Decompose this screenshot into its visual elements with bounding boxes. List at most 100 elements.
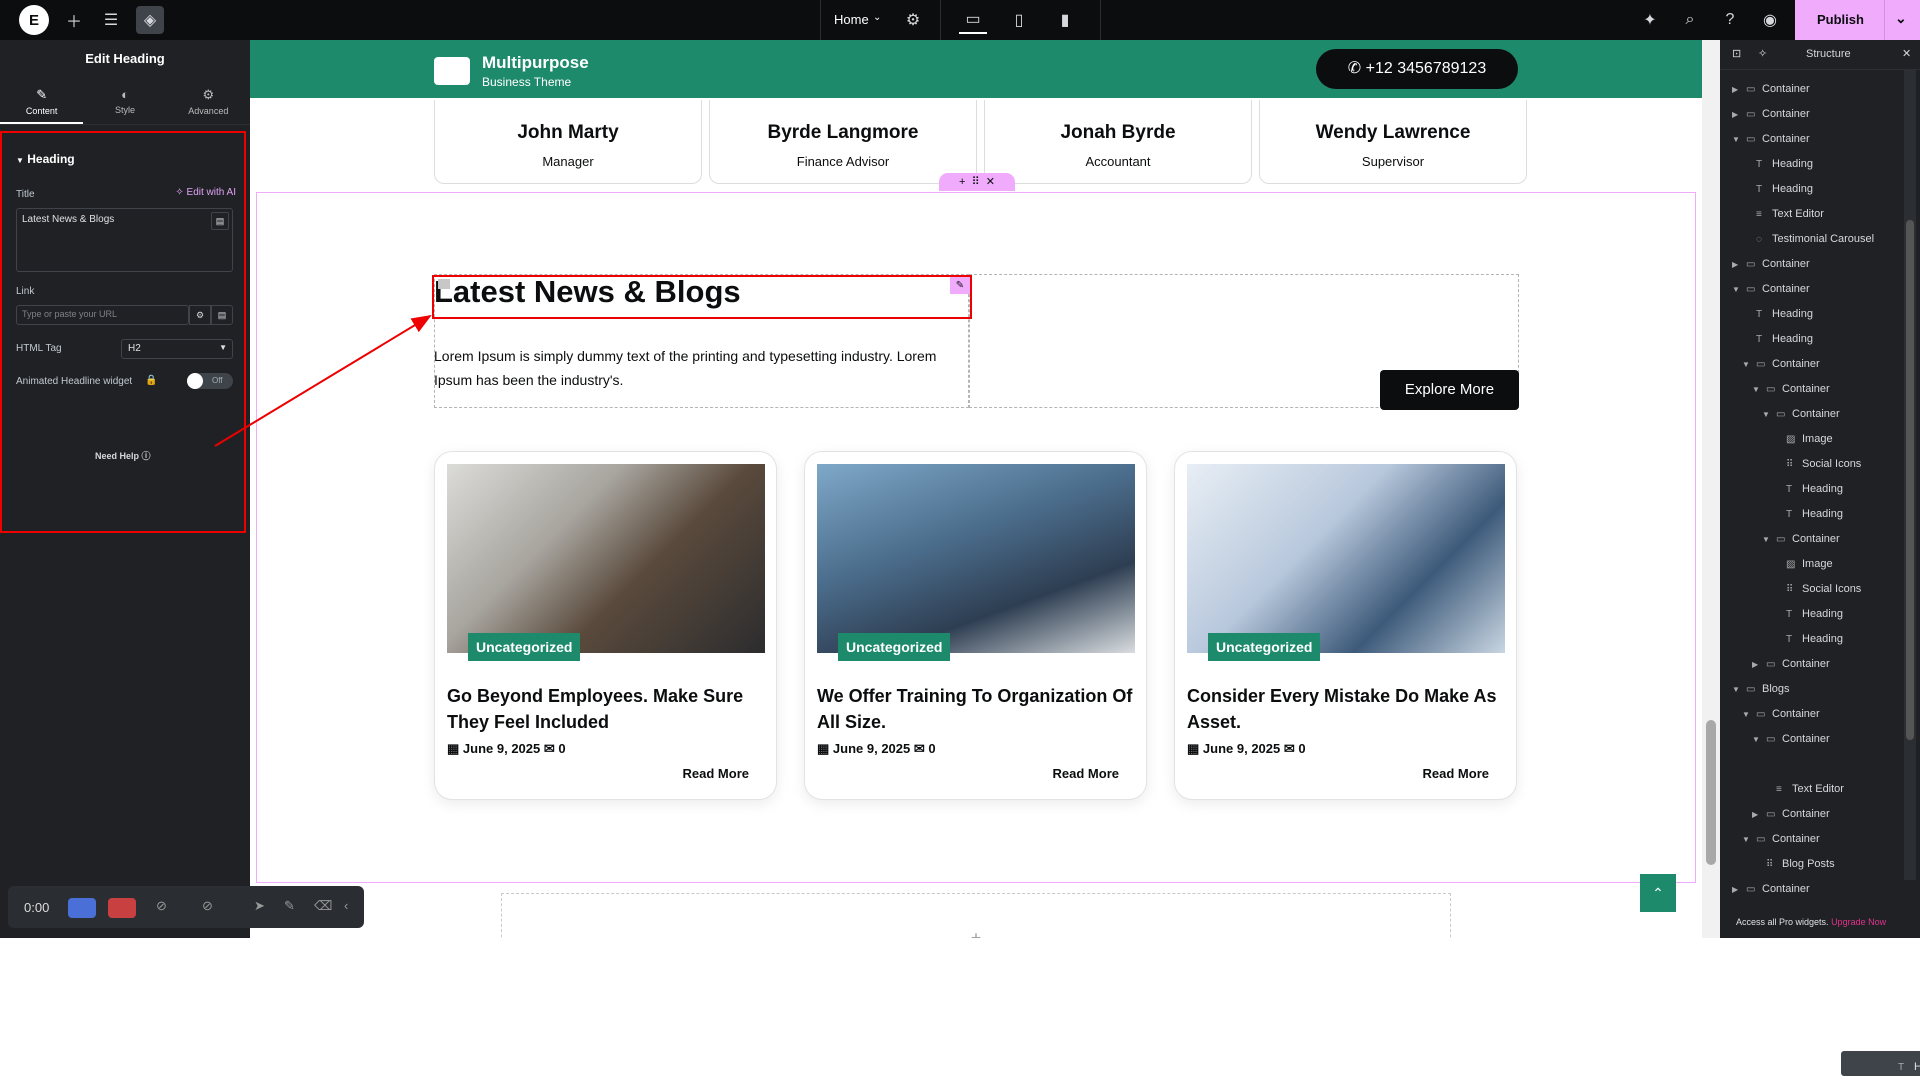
structure-node[interactable]: T Heading (1720, 627, 1900, 652)
blog-card[interactable]: Uncategorized We Offer Training To Organ… (804, 451, 1147, 800)
structure-node[interactable]: ▶ ▭ Container (1720, 102, 1900, 127)
structure-scrollbar[interactable] (1904, 70, 1916, 880)
structure-node[interactable]: ▶ ▭ Container (1720, 77, 1900, 102)
structure-node[interactable]: ▼ ▭ Container (1720, 352, 1900, 377)
cursor-icon[interactable]: ➤ (254, 898, 265, 914)
search-icon[interactable]: ⌕ (1676, 6, 1704, 34)
caret-right-icon[interactable]: ▶ (1732, 877, 1738, 902)
phone-button[interactable]: ✆ +12 3456789123 (1316, 49, 1518, 89)
caret-right-icon[interactable]: ▶ (1732, 252, 1738, 277)
blog-title[interactable]: Go Beyond Employees. Make Sure They Feel… (447, 683, 765, 735)
blog-title[interactable]: We Offer Training To Organization Of All… (817, 683, 1135, 735)
notifications-icon[interactable]: ✦ (1636, 6, 1664, 34)
canvas-scrollbar[interactable] (1702, 40, 1720, 938)
collapse-icon[interactable]: ‹ (344, 898, 348, 913)
structure-node[interactable]: ▼ ▭ Blogs (1720, 677, 1900, 702)
close-icon[interactable]: ✕ (986, 176, 995, 188)
scrollbar-thumb[interactable] (1706, 720, 1716, 865)
structure-node[interactable]: ▶ ▭ Container (1720, 252, 1900, 277)
structure-node[interactable]: T Heading (1720, 327, 1900, 352)
structure-node[interactable]: ▼ ▭ Container (1720, 727, 1900, 752)
structure-node[interactable]: T Heading (1720, 152, 1900, 177)
read-more-link[interactable]: Read More (1053, 766, 1119, 781)
read-more-link[interactable]: Read More (683, 766, 749, 781)
structure-node[interactable]: ▼ ▭ Container (1720, 377, 1900, 402)
structure-node[interactable]: ▶ ▭ Container (1720, 652, 1900, 677)
sliders-icon[interactable]: ☰ (97, 6, 125, 34)
structure-node[interactable]: ▨ Image (1720, 552, 1900, 577)
structure-node[interactable]: ▼ ▭ Container (1720, 127, 1900, 152)
caret-down-icon[interactable]: ▼ (1732, 277, 1740, 302)
tablet-icon[interactable]: ▯ (1005, 6, 1033, 34)
caret-right-icon[interactable]: ▶ (1752, 802, 1758, 827)
blog-card[interactable]: Uncategorized Consider Every Mistake Do … (1174, 451, 1517, 800)
layers-icon[interactable]: ◈ (136, 6, 164, 34)
tab-content[interactable]: ✎ Content (0, 77, 84, 124)
blog-card[interactable]: Uncategorized Go Beyond Employees. Make … (434, 451, 777, 800)
gear-icon[interactable]: ⚙ (899, 6, 927, 34)
structure-node[interactable]: T Heading (1720, 302, 1900, 327)
structure-node[interactable]: ⠿ Blog Posts (1720, 852, 1900, 877)
tab-advanced[interactable]: ⚙ Advanced (167, 77, 250, 124)
add-icon[interactable]: + (959, 176, 965, 188)
structure-node[interactable]: ▼ ▭ Container (1720, 402, 1900, 427)
structure-node[interactable]: T Heading (1720, 602, 1900, 627)
elementor-logo[interactable]: E (19, 5, 49, 35)
structure-node[interactable]: ⠿ Social Icons (1720, 452, 1900, 477)
scroll-to-top-button[interactable]: ⌃ (1640, 874, 1676, 912)
stop-button[interactable] (108, 898, 136, 918)
caret-right-icon[interactable]: ▶ (1732, 77, 1738, 102)
pen-icon[interactable]: ✎ (284, 898, 295, 914)
caret-down-icon[interactable]: ▼ (1752, 727, 1760, 752)
section-handle[interactable]: + ⠿ ✕ (939, 173, 1015, 191)
desktop-icon[interactable]: ▭ (959, 6, 987, 34)
page-name[interactable]: Home (834, 12, 869, 27)
structure-node[interactable]: ▶ ▭ Container (1720, 877, 1900, 902)
category-badge[interactable]: Uncategorized (1208, 633, 1321, 661)
category-badge[interactable]: Uncategorized (468, 633, 581, 661)
caret-down-icon[interactable]: ▼ (1752, 377, 1760, 402)
caret-down-icon[interactable]: ▼ (1742, 702, 1750, 727)
explore-more-button[interactable]: Explore More (1380, 370, 1519, 410)
read-more-link[interactable]: Read More (1423, 766, 1489, 781)
help-icon[interactable]: ? (1716, 6, 1744, 34)
structure-node[interactable]: T Heading (1720, 477, 1900, 502)
plus-icon[interactable]: ＋ (60, 6, 88, 34)
close-icon[interactable]: ✕ (1902, 47, 1911, 60)
scrollbar-thumb[interactable] (1906, 220, 1914, 740)
caret-down-icon[interactable]: ▼ (1762, 527, 1770, 552)
structure-node[interactable]: T Heading (1720, 177, 1900, 202)
preview-icon[interactable]: ◉ (1756, 6, 1784, 34)
structure-node[interactable]: ▨ Image (1720, 427, 1900, 452)
structure-node[interactable]: ▶ ▭ Container (1720, 802, 1900, 827)
caret-right-icon[interactable]: ▶ (1752, 652, 1758, 677)
caret-right-icon[interactable]: ▶ (1732, 102, 1738, 127)
caret-down-icon[interactable]: ▼ (1762, 402, 1770, 427)
mobile-icon[interactable]: ▮ (1051, 6, 1079, 34)
structure-node[interactable]: ▼ ▭ Container (1720, 702, 1900, 727)
caret-down-icon[interactable]: ▼ (1732, 127, 1740, 152)
category-badge[interactable]: Uncategorized (838, 633, 951, 661)
add-section-area[interactable]: + (501, 893, 1451, 938)
structure-node[interactable]: ▼ ▭ Container (1720, 827, 1900, 852)
caret-down-icon[interactable]: ▼ (1742, 827, 1750, 852)
structure-node[interactable]: ≡ Text Editor (1720, 777, 1900, 802)
upgrade-link[interactable]: Upgrade Now (1831, 917, 1886, 927)
structure-node[interactable]: T Heading (1841, 1051, 1920, 1076)
eraser-icon[interactable]: ⌫ (314, 898, 332, 914)
structure-node[interactable]: ◌ Testimonial Carousel (1720, 227, 1900, 252)
structure-node[interactable]: T Heading (1720, 502, 1900, 527)
edit-widget-icon[interactable]: ✎ (950, 277, 970, 294)
chevron-down-icon[interactable]: ⌄ (873, 12, 881, 23)
structure-node[interactable]: ≡ Text Editor (1720, 202, 1900, 227)
drag-icon[interactable]: ⠿ (972, 176, 980, 188)
structure-node[interactable]: ⠿ Social Icons (1720, 577, 1900, 602)
chevron-down-icon[interactable]: ⌄ (1895, 10, 1907, 27)
blog-title[interactable]: Consider Every Mistake Do Make As Asset. (1187, 683, 1505, 735)
dock-icon[interactable]: ⊡ (1732, 47, 1741, 60)
structure-node[interactable]: ▼ ▭ Container (1720, 527, 1900, 552)
caret-down-icon[interactable]: ▼ (1742, 352, 1750, 377)
caret-down-icon[interactable]: ▼ (1732, 677, 1740, 702)
pause-button[interactable] (68, 898, 96, 918)
mic-off-icon[interactable]: ⊘ (202, 898, 213, 914)
